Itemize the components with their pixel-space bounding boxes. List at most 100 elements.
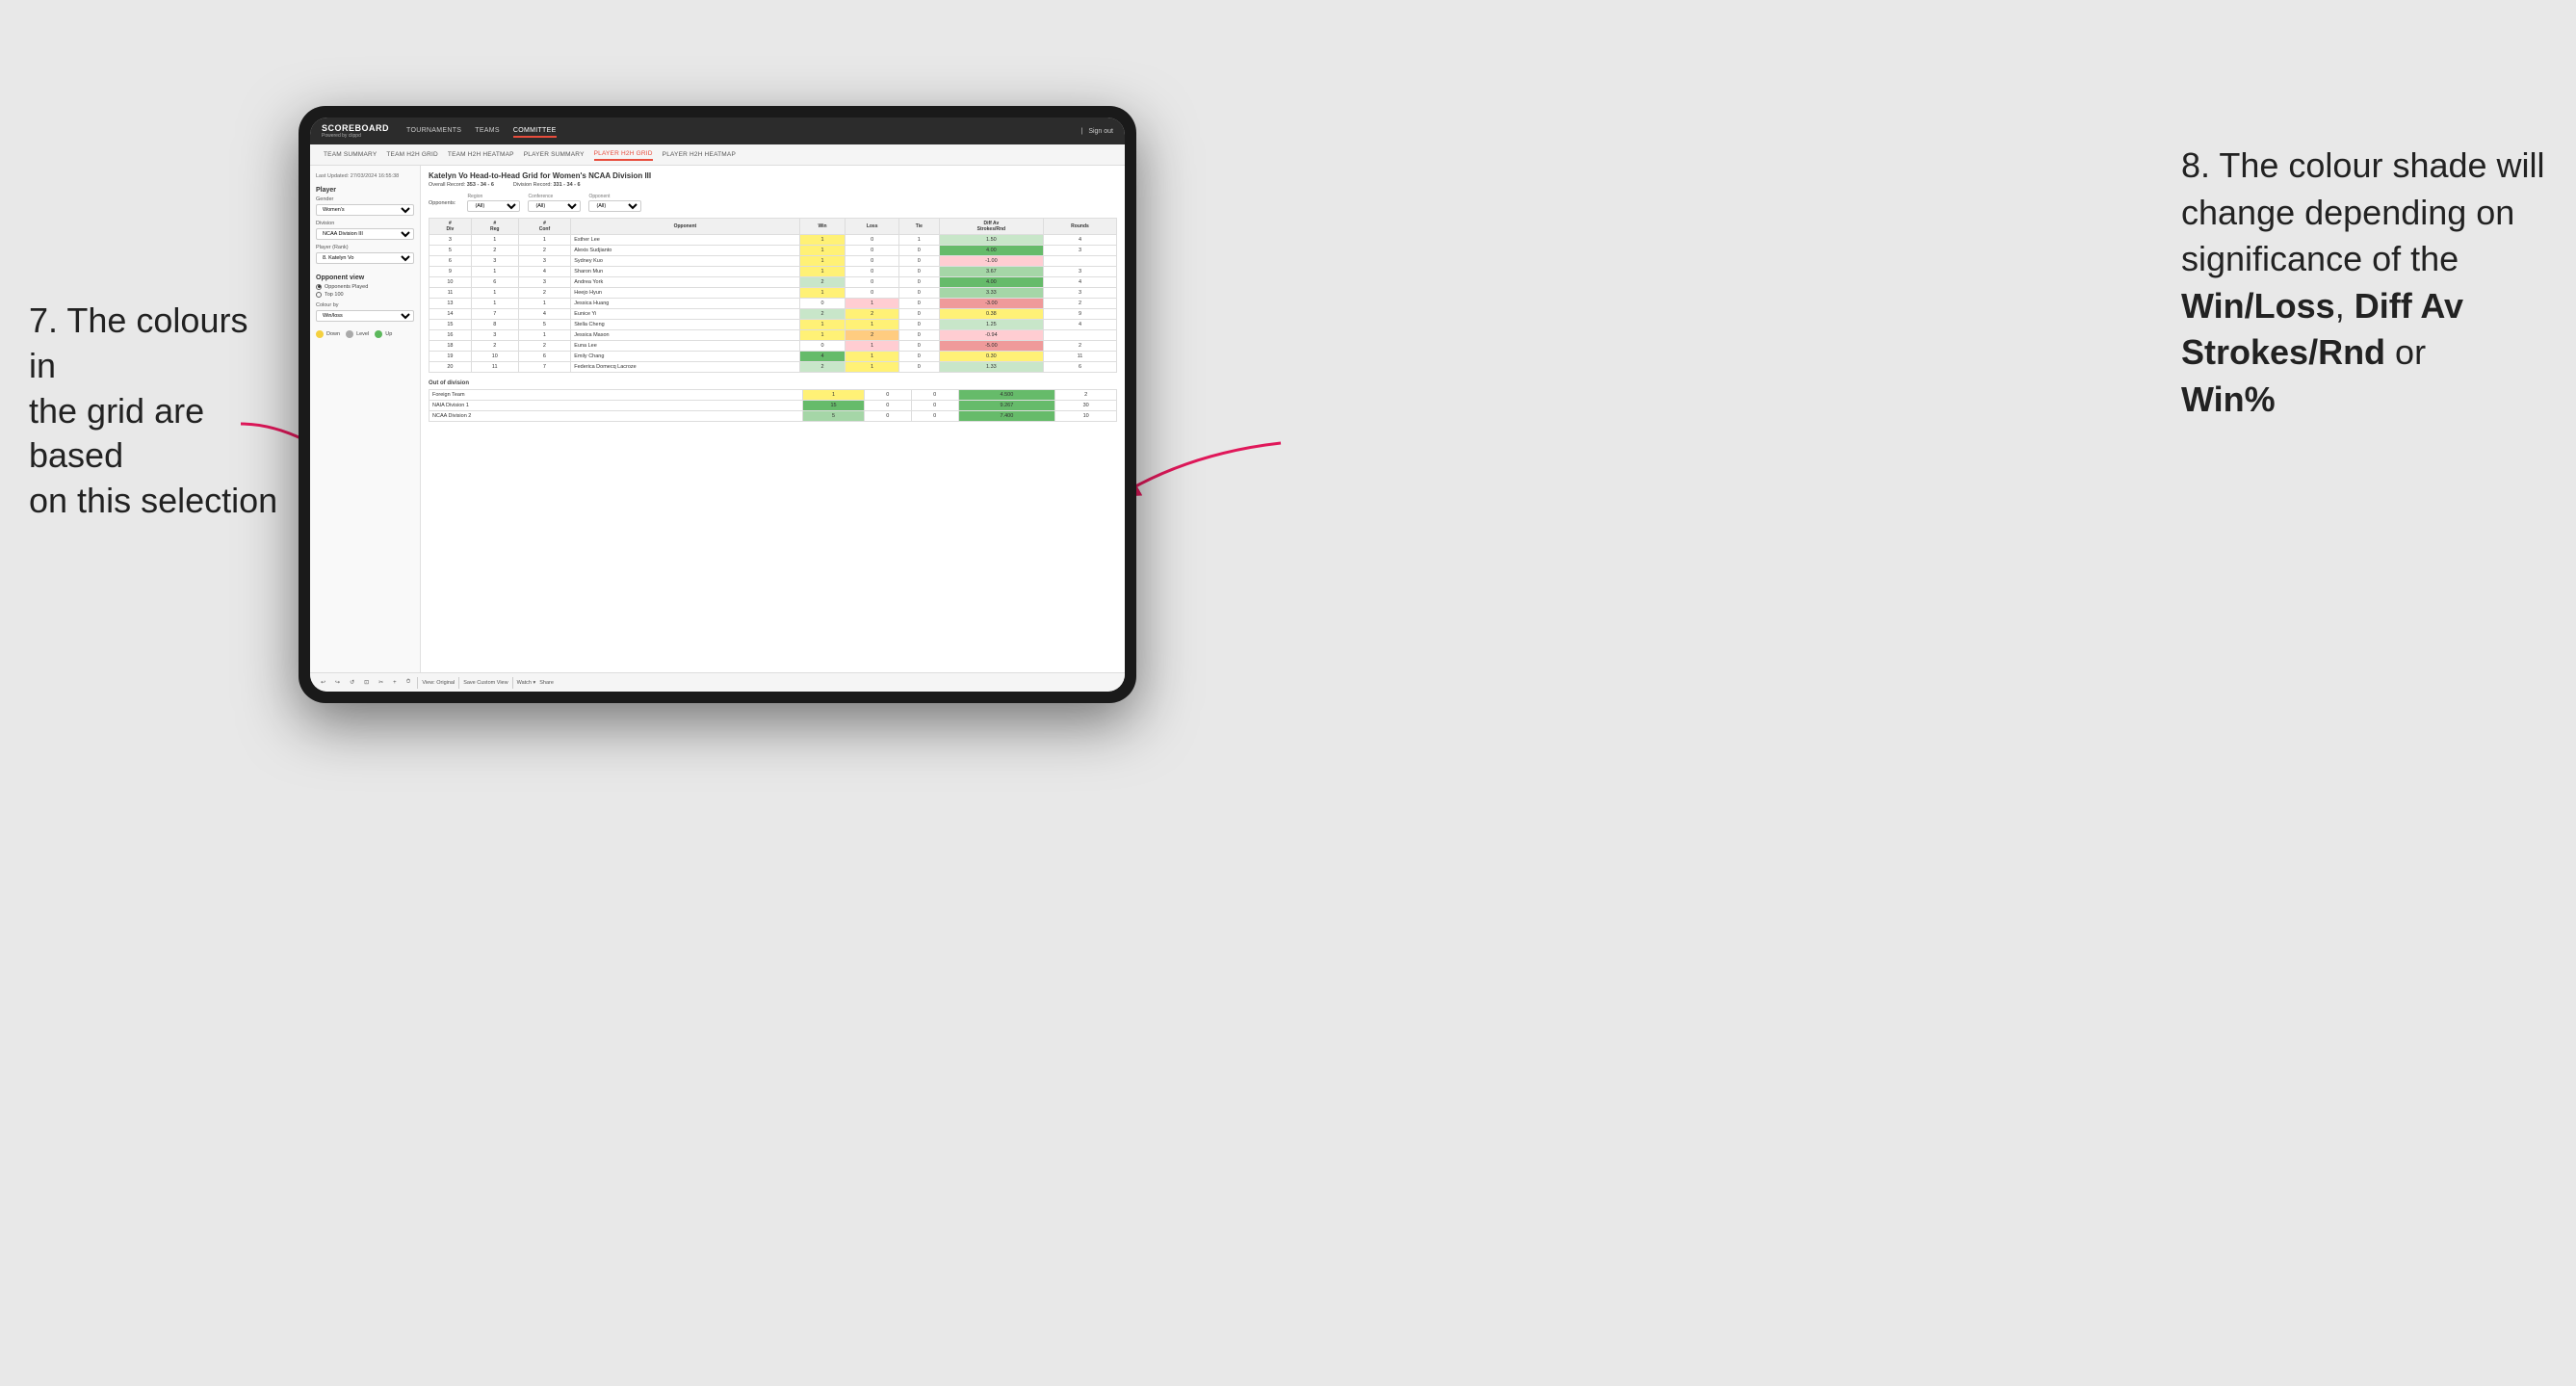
sub-nav-team-h2h-grid[interactable]: TEAM H2H GRID	[386, 149, 438, 160]
cell-rounds: 4	[1043, 320, 1116, 330]
nav-teams[interactable]: TEAMS	[475, 125, 500, 138]
conference-filter-group: Conference (All)	[528, 194, 581, 212]
cell-conf: 1	[518, 330, 571, 341]
player-rank-select[interactable]: 8. Katelyn Vo	[316, 252, 414, 264]
toolbar-share[interactable]: Share	[539, 680, 554, 686]
toolbar-redo1[interactable]: ↪	[332, 678, 343, 687]
cell-opponent: Federica Domecq Lacroze	[571, 362, 799, 373]
radio-dot-top100	[316, 292, 322, 298]
ood-cell-rounds: 30	[1055, 401, 1117, 411]
toolbar-clock[interactable]: ⏱	[403, 678, 414, 687]
ood-cell-diff: 7.400	[958, 411, 1055, 422]
toolbar-refresh[interactable]: ↺	[347, 678, 357, 687]
cell-conf: 2	[518, 288, 571, 299]
colour-by-select[interactable]: Win/loss	[316, 310, 414, 322]
cell-conf: 2	[518, 246, 571, 256]
grid-area: Katelyn Vo Head-to-Head Grid for Women's…	[421, 166, 1125, 672]
cell-div: 13	[429, 299, 472, 309]
legend-up-label: Up	[385, 331, 392, 337]
cell-tie: 0	[898, 267, 939, 277]
toolbar-undo[interactable]: ↩	[318, 678, 328, 687]
table-row: 19 10 6 Emily Chang 4 1 0 0.30 11	[429, 352, 1117, 362]
cell-diff: 1.50	[939, 235, 1043, 246]
region-filter-select[interactable]: (All)	[467, 200, 520, 212]
sub-nav-player-h2h-heatmap[interactable]: PLAYER H2H HEATMAP	[663, 149, 736, 160]
cell-loss: 1	[846, 320, 898, 330]
ood-cell-rounds: 10	[1055, 411, 1117, 422]
division-select[interactable]: NCAA Division III	[316, 228, 414, 240]
cell-reg: 2	[471, 246, 518, 256]
cell-diff: 1.25	[939, 320, 1043, 330]
th-reg: #Reg	[471, 219, 518, 235]
annotation-left: 7. The colours in the grid are based on …	[29, 299, 279, 524]
toolbar-save-custom-view[interactable]: Save Custom View	[463, 680, 507, 686]
toolbar-add[interactable]: +	[390, 679, 400, 687]
cell-opponent: Alexis Sudjianto	[571, 246, 799, 256]
toolbar-view-original[interactable]: View: Original	[422, 680, 455, 686]
cell-tie: 0	[898, 320, 939, 330]
radio-dot-played	[316, 284, 322, 290]
sign-out-link[interactable]: Sign out	[1088, 128, 1113, 135]
cell-diff: 3.33	[939, 288, 1043, 299]
cell-win: 2	[799, 362, 846, 373]
legend-up-dot	[375, 330, 382, 338]
table-row: 20 11 7 Federica Domecq Lacroze 2 1 0 1.…	[429, 362, 1117, 373]
arrow-right	[1117, 433, 1290, 510]
ood-cell-tie: 0	[911, 411, 958, 422]
cell-win: 1	[799, 235, 846, 246]
nav-separator: |	[1080, 128, 1082, 135]
th-conf: #Conf	[518, 219, 571, 235]
conference-filter-select[interactable]: (All)	[528, 200, 581, 212]
sub-nav-player-summary[interactable]: PLAYER SUMMARY	[524, 149, 585, 160]
cell-reg: 1	[471, 235, 518, 246]
ood-cell-win: 5	[803, 411, 865, 422]
cell-loss: 0	[846, 277, 898, 288]
toolbar-watch[interactable]: Watch ▾	[517, 680, 536, 686]
sub-nav-team-h2h-heatmap[interactable]: TEAM H2H HEATMAP	[448, 149, 514, 160]
th-div: #Div	[429, 219, 472, 235]
opponent-filter-select[interactable]: (All)	[588, 200, 641, 212]
cell-reg: 1	[471, 299, 518, 309]
ood-cell-opponent: Foreign Team	[429, 390, 803, 401]
cell-reg: 3	[471, 256, 518, 267]
nav-tournaments[interactable]: TOURNAMENTS	[406, 125, 461, 138]
conference-filter-label: Conference	[528, 194, 581, 199]
gender-select[interactable]: Women's	[316, 204, 414, 216]
opponents-filter-label: Opponents:	[429, 200, 455, 206]
region-filter-label: Region	[467, 194, 520, 199]
cell-opponent: Euna Lee	[571, 341, 799, 352]
cell-opponent: Eunice Yi	[571, 309, 799, 320]
cell-div: 11	[429, 288, 472, 299]
cell-diff: 3.67	[939, 267, 1043, 277]
ood-cell-diff: 4.500	[958, 390, 1055, 401]
sub-nav-player-h2h-grid[interactable]: PLAYER H2H GRID	[594, 148, 653, 161]
cell-win: 1	[799, 256, 846, 267]
cell-conf: 7	[518, 362, 571, 373]
cell-loss: 1	[846, 299, 898, 309]
cell-tie: 0	[898, 277, 939, 288]
cell-opponent: Andrea York	[571, 277, 799, 288]
cell-rounds: 3	[1043, 267, 1116, 277]
cell-div: 5	[429, 246, 472, 256]
cell-tie: 0	[898, 246, 939, 256]
ood-cell-tie: 0	[911, 401, 958, 411]
cell-rounds: 2	[1043, 299, 1116, 309]
sub-nav-team-summary[interactable]: TEAM SUMMARY	[324, 149, 377, 160]
cell-win: 1	[799, 267, 846, 277]
cell-reg: 8	[471, 320, 518, 330]
toolbar-cut[interactable]: ✂	[376, 678, 386, 687]
radio-top-100[interactable]: Top 100	[316, 292, 414, 298]
cell-diff: 0.30	[939, 352, 1043, 362]
ood-cell-diff: 9.267	[958, 401, 1055, 411]
nav-committee[interactable]: COMMITTEE	[513, 125, 557, 138]
table-row: 14 7 4 Eunice Yi 2 2 0 0.38 9	[429, 309, 1117, 320]
tablet-device: SCOREBOARD Powered by clippd TOURNAMENTS…	[299, 106, 1136, 703]
radio-opponents-played[interactable]: Opponents Played	[316, 284, 414, 290]
cell-loss: 0	[846, 267, 898, 277]
cell-win: 4	[799, 352, 846, 362]
filter-row: Opponents: Region (All) Conference (All)	[429, 194, 1117, 212]
toolbar-grid-icon[interactable]: ⊡	[361, 678, 372, 687]
cell-div: 19	[429, 352, 472, 362]
cell-div: 3	[429, 235, 472, 246]
th-rounds: Rounds	[1043, 219, 1116, 235]
